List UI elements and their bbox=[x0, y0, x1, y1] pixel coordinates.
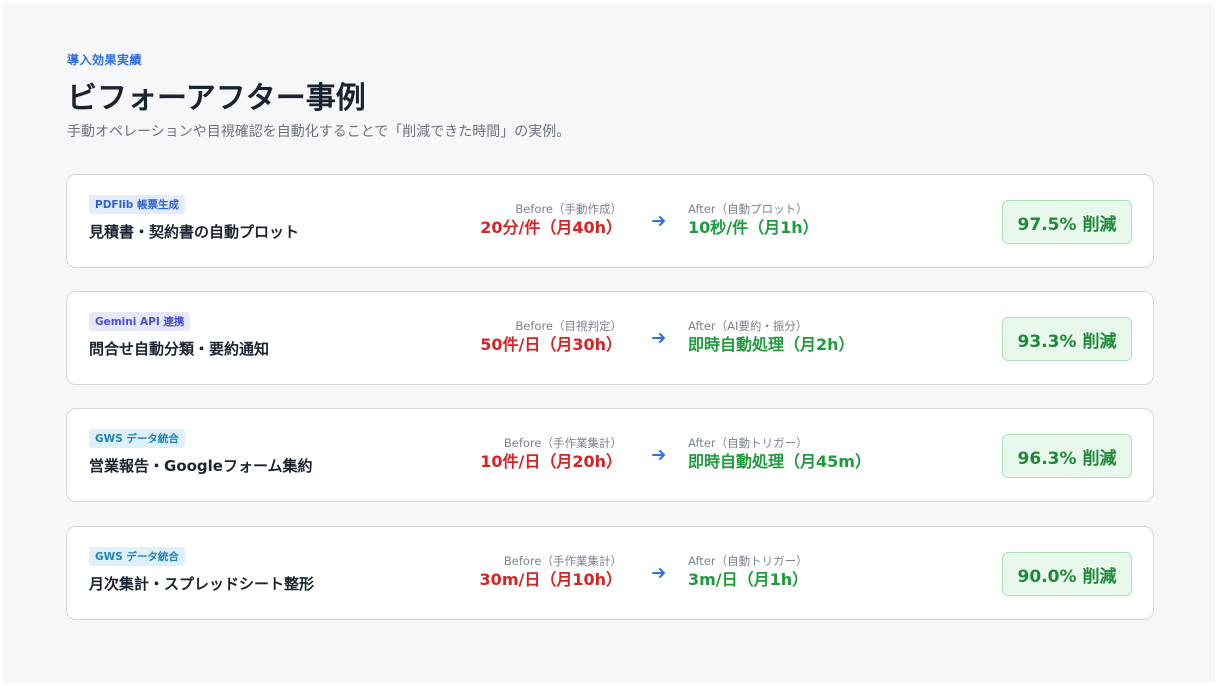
case-card: GWS データ統合 月次集計・スプレッドシート整形 Before（手作業集計） … bbox=[66, 526, 1154, 620]
case-title: 月次集計・スプレッドシート整形 bbox=[89, 575, 315, 593]
category-tag: PDFlib 帳票生成 bbox=[89, 195, 185, 214]
arrow-right-icon bbox=[652, 568, 665, 578]
after-block: After（自動トリガー） 即時自動処理（月45m） bbox=[688, 436, 871, 473]
category-tag: GWS データ統合 bbox=[89, 547, 185, 566]
before-block: Before（目視判定） 50件/日（月30h） bbox=[480, 319, 622, 356]
category-tag: GWS データ統合 bbox=[89, 429, 185, 448]
after-value: 3m/日（月1h） bbox=[688, 570, 809, 589]
after-block: After（自動プロット） 10秒/件（月1h） bbox=[688, 202, 819, 239]
page-subtitle: 手動オペレーションや目視確認を自動化することで「削減できた時間」の実例。 bbox=[67, 124, 571, 140]
before-value: 50件/日（月30h） bbox=[480, 335, 622, 354]
reduction-badge: 93.3% 削減 bbox=[1002, 317, 1132, 361]
before-label: Before（手作業集計） bbox=[503, 436, 622, 450]
case-title: 問合せ自動分類・要約通知 bbox=[89, 340, 270, 358]
after-value: 即時自動処理（月2h） bbox=[688, 335, 855, 354]
after-label: After（AI要約・振分） bbox=[688, 319, 808, 333]
case-card: GWS データ統合 営業報告・Googleフォーム集約 Before（手作業集計… bbox=[66, 408, 1154, 502]
arrow-right-icon bbox=[652, 333, 665, 343]
before-value: 10件/日（月20h） bbox=[480, 452, 622, 471]
before-block: Before（手作業集計） 10件/日（月20h） bbox=[480, 436, 622, 473]
case-title: 見積書・契約書の自動プロット bbox=[89, 223, 300, 241]
reduction-badge: 96.3% 削減 bbox=[1002, 434, 1132, 478]
reduction-badge: 90.0% 削減 bbox=[1002, 552, 1132, 596]
page-title: ビフォーアフター事例 bbox=[67, 81, 366, 116]
after-label: After（自動トリガー） bbox=[688, 554, 808, 568]
before-value: 20分/件（月40h） bbox=[480, 218, 622, 237]
case-card: Gemini API 連携 問合せ自動分類・要約通知 Before（目視判定） … bbox=[66, 291, 1154, 385]
section-eyebrow: 導入効果実績 bbox=[67, 53, 143, 67]
after-label: After（自動プロット） bbox=[688, 202, 808, 216]
after-value: 即時自動処理（月45m） bbox=[688, 452, 871, 471]
page-frame: 導入効果実績 ビフォーアフター事例 手動オペレーションや目視確認を自動化すること… bbox=[3, 3, 1215, 683]
case-title: 営業報告・Googleフォーム集約 bbox=[89, 457, 313, 475]
arrow-right-icon bbox=[652, 450, 665, 460]
reduction-badge: 97.5% 削減 bbox=[1002, 200, 1132, 244]
before-label: Before（手作業集計） bbox=[503, 554, 622, 568]
case-card: PDFlib 帳票生成 見積書・契約書の自動プロット Before（手動作成） … bbox=[66, 174, 1154, 268]
category-tag: Gemini API 連携 bbox=[89, 312, 191, 331]
after-block: After（AI要約・振分） 即時自動処理（月2h） bbox=[688, 319, 855, 356]
after-block: After（自動トリガー） 3m/日（月1h） bbox=[688, 554, 808, 591]
before-label: Before（手動作成） bbox=[515, 202, 622, 216]
before-value: 30m/日（月10h） bbox=[479, 570, 622, 589]
arrow-right-icon bbox=[652, 216, 665, 226]
before-label: Before（目視判定） bbox=[515, 319, 622, 333]
before-block: Before（手作業集計） 30m/日（月10h） bbox=[480, 554, 622, 591]
after-value: 10秒/件（月1h） bbox=[688, 218, 819, 237]
before-block: Before（手動作成） 20分/件（月40h） bbox=[480, 202, 622, 239]
after-label: After（自動トリガー） bbox=[688, 436, 808, 450]
